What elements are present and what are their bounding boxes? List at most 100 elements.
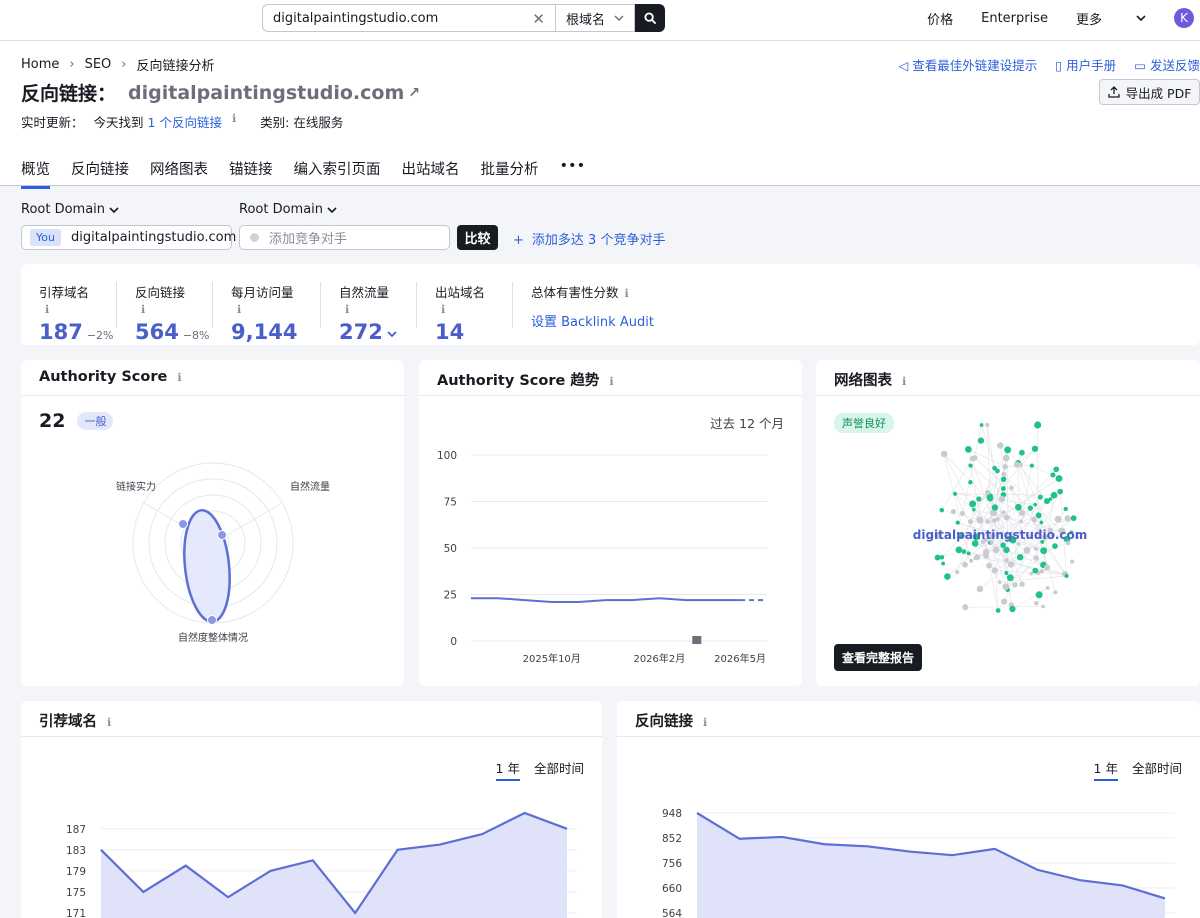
tab-overview[interactable]: 概览: [21, 158, 50, 189]
page-title: 反向链接： digitalpaintingstudio.com ↗: [21, 79, 420, 106]
network-node: [965, 446, 972, 453]
manual-link-label: 用户手册: [1066, 58, 1117, 73]
chevron-down-icon[interactable]: [387, 329, 397, 339]
tab-indexed-pages[interactable]: 编入索引页面: [294, 158, 381, 187]
backlink-audit-link[interactable]: 设置 Backlink Audit: [531, 311, 655, 330]
page-title-domain[interactable]: digitalpaintingstudio.com: [128, 82, 404, 104]
add-competitors-link[interactable]: + 添加多达 3 个竞争对手: [513, 229, 665, 248]
my-domain-value: digitalpaintingstudio.com: [70, 230, 237, 245]
radar-axis-label: 自然度整体情况: [178, 631, 248, 644]
tab-network-graph[interactable]: 网络图表: [150, 158, 208, 187]
found-backlinks-link[interactable]: 1 个反向链接: [148, 112, 222, 131]
metric-monthly-visits[interactable]: 每月访问量 ℹ 9,144: [213, 282, 321, 344]
y-tick-label: 179: [66, 866, 86, 878]
tab-outbound-domains[interactable]: 出站域名: [402, 158, 460, 187]
network-node: [1053, 590, 1058, 595]
full-report-button[interactable]: 查看完整报告: [834, 644, 923, 671]
network-node: [1039, 569, 1045, 574]
network-node: [955, 520, 960, 525]
search-button[interactable]: [635, 4, 665, 32]
root-domain-select-1[interactable]: Root Domain: [21, 202, 119, 217]
tab-anchors[interactable]: 锚链接: [229, 158, 273, 187]
network-node: [1027, 505, 1034, 511]
info-icon[interactable]: ℹ: [441, 303, 445, 316]
metric-label: 总体有害性分数: [531, 285, 619, 300]
search-icon: [643, 11, 656, 24]
info-icon[interactable]: ℹ: [237, 303, 241, 316]
feedback-link[interactable]: ▭ 发送反馈: [1134, 55, 1200, 74]
network-node: [1033, 555, 1039, 561]
nav-enterprise[interactable]: Enterprise: [981, 11, 1048, 26]
network-node: [992, 546, 1000, 554]
range-all-time[interactable]: 全部时间: [1132, 758, 1182, 781]
external-link-icon[interactable]: ↗: [408, 85, 420, 101]
referring-domains-card: 引荐域名 ℹ 1 年 全部时间 187 183 179 175 171: [21, 701, 602, 918]
metric-referring-domains[interactable]: 引荐域名 ℹ 187 −2%: [21, 282, 117, 344]
tab-backlinks[interactable]: 反向链接: [71, 158, 129, 187]
network-graph[interactable]: digitalpaintingstudio.com: [816, 420, 1200, 630]
info-icon[interactable]: ℹ: [345, 303, 349, 316]
info-icon[interactable]: ℹ: [45, 303, 49, 316]
metric-organic-traffic[interactable]: 自然流量 ℹ 272: [321, 282, 417, 344]
scope-select-value: 根域名: [566, 12, 606, 28]
avatar[interactable]: K: [1174, 8, 1194, 28]
info-icon[interactable]: ℹ: [107, 716, 111, 729]
nav-more-label: 更多: [1075, 12, 1102, 28]
network-node: [998, 495, 1006, 503]
tips-link[interactable]: ◁ 查看最佳外链建设提示: [899, 55, 1038, 74]
network-node: [1070, 515, 1077, 522]
network-node: [1004, 570, 1009, 576]
network-node: [1035, 512, 1042, 519]
competitor-field[interactable]: 添加竞争对手: [239, 225, 450, 250]
y-tick-label: 183: [66, 845, 86, 857]
breadcrumb-seo[interactable]: SEO: [85, 57, 112, 72]
compare-button[interactable]: 比较: [457, 225, 498, 250]
authority-trend-chart: 100 75 50 25 0 2025年10月 2026年2月 2026年5月: [437, 450, 767, 665]
network-node: [1029, 571, 1034, 576]
period-label: 过去 12 个月: [710, 416, 784, 431]
info-icon[interactable]: ℹ: [703, 716, 707, 729]
network-node: [1034, 421, 1042, 429]
info-icon[interactable]: ℹ: [177, 371, 181, 384]
info-icon[interactable]: ℹ: [141, 303, 145, 316]
nav-more[interactable]: 更多: [1076, 9, 1146, 28]
export-pdf-button[interactable]: 导出成 PDF: [1099, 79, 1200, 105]
backlinks-chart: 948 852 756 660 564: [662, 808, 1175, 918]
info-icon[interactable]: ℹ: [625, 287, 629, 300]
chevron-down-icon: [109, 206, 119, 213]
root-domain-select-2[interactable]: Root Domain: [239, 202, 337, 217]
nav-pricing[interactable]: 价格: [927, 9, 953, 28]
network-node: [1040, 547, 1048, 555]
network-node: [1001, 510, 1006, 515]
network-node: [1053, 466, 1060, 473]
clear-icon[interactable]: ✕: [532, 10, 545, 28]
authority-score-value: 22: [39, 410, 66, 432]
divider: [21, 736, 602, 737]
more-tabs-icon[interactable]: •••: [560, 158, 586, 187]
network-graph-card: 网络图表 ℹ 声誉良好 digitalpaintingstudio.com 查看完…: [816, 360, 1200, 686]
tab-bulk-analysis[interactable]: 批量分析: [481, 158, 539, 187]
network-node: [973, 556, 978, 561]
info-icon[interactable]: ℹ: [902, 375, 906, 388]
network-node: [952, 491, 958, 496]
network-node: [968, 480, 973, 485]
search-input[interactable]: digitalpaintingstudio.com ✕: [262, 4, 555, 32]
my-domain-field[interactable]: You digitalpaintingstudio.com: [21, 225, 236, 250]
y-tick-label: 171: [66, 908, 86, 918]
chevron-down-icon: [1136, 15, 1146, 22]
range-1-year[interactable]: 1 年: [495, 758, 520, 781]
info-icon[interactable]: ℹ: [609, 375, 613, 388]
network-node: [1007, 575, 1014, 581]
scope-select[interactable]: 根域名: [555, 4, 635, 32]
manual-link[interactable]: ▯ 用户手册: [1055, 55, 1116, 74]
update-label: 实时更新：: [21, 115, 84, 130]
authority-score-card: Authority Score ℹ 22 一般 链接实力 自然流量 自然度整体情况: [21, 360, 404, 686]
metric-outbound-domains[interactable]: 出站域名 ℹ 14: [417, 282, 513, 344]
network-node: [962, 604, 969, 611]
info-icon[interactable]: ℹ: [232, 112, 236, 131]
metric-backlinks[interactable]: 反向链接 ℹ 564 −8%: [117, 282, 213, 344]
range-1-year[interactable]: 1 年: [1093, 758, 1118, 781]
breadcrumb-home[interactable]: Home: [21, 57, 59, 72]
network-domain-label: digitalpaintingstudio.com: [913, 528, 1087, 542]
range-all-time[interactable]: 全部时间: [534, 758, 584, 781]
